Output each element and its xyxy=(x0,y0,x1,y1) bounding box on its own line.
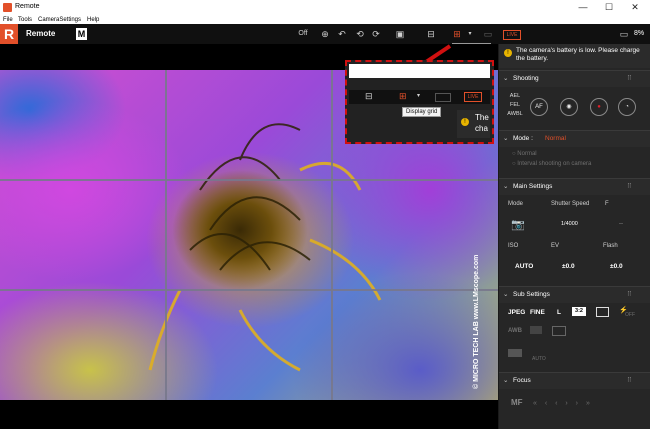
awbl-label[interactable]: AWBL xyxy=(506,111,524,117)
section-shooting-title: Shooting xyxy=(513,75,539,82)
callout-text-1: The xyxy=(475,113,489,122)
exposure-mode-badge: M xyxy=(76,28,87,40)
window-title: Remote xyxy=(15,3,40,10)
grid-line-v1 xyxy=(165,70,167,400)
zoomed-callout: ⊟ ⊞ ▾ LIVE ! The cha xyxy=(345,60,494,144)
menu-tools[interactable]: Tools xyxy=(18,16,32,24)
battery-level: 8% xyxy=(634,30,645,37)
settings-panel: ! The camera's battery is low. Please ch… xyxy=(499,44,650,429)
collapse-chevron-icon: ⌄ xyxy=(503,377,509,384)
collapse-chevron-icon: ⌄ xyxy=(503,135,509,142)
collapse-chevron-icon: ⌄ xyxy=(503,183,509,190)
app-logo: R xyxy=(0,24,18,44)
off-label[interactable]: Off xyxy=(296,26,310,42)
battery-warning-text: The camera's battery is low. Please char… xyxy=(516,47,640,62)
quality-value[interactable]: FINE xyxy=(530,309,545,316)
picture-style-icon[interactable] xyxy=(508,349,522,357)
grip-icon[interactable]: ⠿ xyxy=(627,71,632,87)
menu-bar: File Tools CameraSettings Help xyxy=(0,16,650,24)
app-icon xyxy=(3,3,12,12)
iso-value[interactable]: AUTO xyxy=(515,263,533,270)
callout-view-icon xyxy=(435,93,451,102)
grid-dropdown-icon[interactable]: ▾ xyxy=(466,26,474,42)
interval-button[interactable]: ◔ xyxy=(618,98,636,116)
iso-label: ISO xyxy=(508,243,519,249)
undo-icon[interactable]: ↶ xyxy=(336,26,348,42)
rotate-left-icon[interactable]: ⟲ xyxy=(354,26,366,42)
af-button[interactable]: AF xyxy=(530,98,548,116)
watermark: © MICRO TECH LAB www.LMscope.com xyxy=(473,254,480,389)
image-frame-icon[interactable] xyxy=(596,307,609,317)
shutter-speed-label: Shutter Speed xyxy=(551,201,590,207)
f-number-value[interactable]: -- xyxy=(619,221,623,227)
section-sub-settings[interactable]: ⌄ Sub Settings ⠿ xyxy=(499,286,650,303)
app-name: Remote xyxy=(26,29,56,38)
focus-title: Focus xyxy=(513,377,531,384)
callout-warning-icon: ! xyxy=(461,118,469,126)
battery-icon: ▭ xyxy=(619,29,629,39)
callout-white-strip xyxy=(349,64,490,78)
fel-label[interactable]: FEL xyxy=(508,102,522,108)
aspect-ratio-value[interactable]: 3:2 xyxy=(572,307,586,316)
callout-warning-box: ! The cha xyxy=(457,110,490,138)
grid-line-h2 xyxy=(0,289,498,291)
section-shooting[interactable]: ⌄ Shooting ⠿ xyxy=(499,70,650,87)
ael-label[interactable]: AEL xyxy=(508,93,522,99)
focus-step-controls[interactable]: « ‹ ‹ › › » xyxy=(533,400,593,407)
flash-value[interactable]: ±0.0 xyxy=(610,263,623,270)
grip-icon[interactable]: ⠿ xyxy=(627,373,632,389)
menu-help[interactable]: Help xyxy=(87,16,99,24)
drive-mode-icon[interactable] xyxy=(552,326,566,336)
window-titlebar: Remote — ☐ ✕ xyxy=(0,0,650,16)
mode-option-normal[interactable]: ○ Normal xyxy=(512,151,537,157)
warning-icon: ! xyxy=(504,49,512,57)
close-button[interactable]: ✕ xyxy=(624,0,646,16)
record-button[interactable]: ● xyxy=(590,98,608,116)
battery-warning: ! The camera's battery is low. Please ch… xyxy=(499,44,650,68)
mode-label: Mode xyxy=(508,201,524,207)
metering-icon[interactable] xyxy=(530,326,542,334)
f-number-label: F xyxy=(605,201,609,207)
grid-line-v2 xyxy=(331,70,333,400)
live-view-badge[interactable]: LIVE xyxy=(503,30,521,40)
view-icon[interactable]: ▭ xyxy=(480,26,496,42)
zoom-icon[interactable]: ⊕ xyxy=(318,26,332,42)
callout-focus-frame-icon: ⊟ xyxy=(365,91,373,101)
sub-settings-title: Sub Settings xyxy=(513,291,550,298)
camera-mode-icon[interactable]: 📷 xyxy=(511,218,525,231)
collapse-chevron-icon: ⌄ xyxy=(503,291,509,298)
minimize-button[interactable]: — xyxy=(572,0,594,16)
callout-text-2: cha xyxy=(475,124,488,133)
auto-label: AUTO xyxy=(532,356,546,362)
menu-file[interactable]: File xyxy=(3,16,13,24)
mode-value: Normal xyxy=(545,135,566,142)
mode-option-interval[interactable]: ○ Interval shooting on camera xyxy=(512,161,591,167)
section-focus[interactable]: ⌄ Focus ⠿ xyxy=(499,372,650,389)
callout-live-badge: LIVE xyxy=(464,92,482,102)
section-main-settings[interactable]: ⌄ Main Settings ⠿ xyxy=(499,178,650,195)
ev-label: EV xyxy=(551,243,560,249)
awb-value[interactable]: AWB xyxy=(508,328,522,334)
maximize-button[interactable]: ☐ xyxy=(598,0,620,16)
rotate-right-icon[interactable]: ⟳ xyxy=(370,26,382,42)
callout-dropdown-icon: ▾ xyxy=(417,93,421,99)
shutter-speed-value[interactable]: 1/4000 xyxy=(561,221,578,227)
grip-icon[interactable]: ⠿ xyxy=(627,179,632,195)
grid-line-h1 xyxy=(0,179,498,181)
file-format-value[interactable]: JPEG xyxy=(508,309,525,316)
flash-label: Flash xyxy=(603,243,618,249)
section-mode[interactable]: ⌄ Mode : Normal xyxy=(499,130,650,147)
shutter-button[interactable]: ◉ xyxy=(560,98,578,116)
mf-label[interactable]: MF xyxy=(511,398,523,407)
tooltip-display-grid-zoomed: Display grid xyxy=(402,107,442,117)
grip-icon[interactable]: ⠿ xyxy=(627,287,632,303)
callout-display-grid-icon: ⊞ xyxy=(399,91,407,101)
mode-title: Mode : xyxy=(513,135,533,142)
image-size-value[interactable]: L xyxy=(557,309,561,316)
collapse-chevron-icon: ⌄ xyxy=(503,75,509,82)
menu-camera-settings[interactable]: CameraSettings xyxy=(38,16,81,24)
flash-off-label: OFF xyxy=(625,312,635,318)
ev-value[interactable]: ±0.0 xyxy=(562,263,575,270)
main-settings-title: Main Settings xyxy=(513,183,553,190)
